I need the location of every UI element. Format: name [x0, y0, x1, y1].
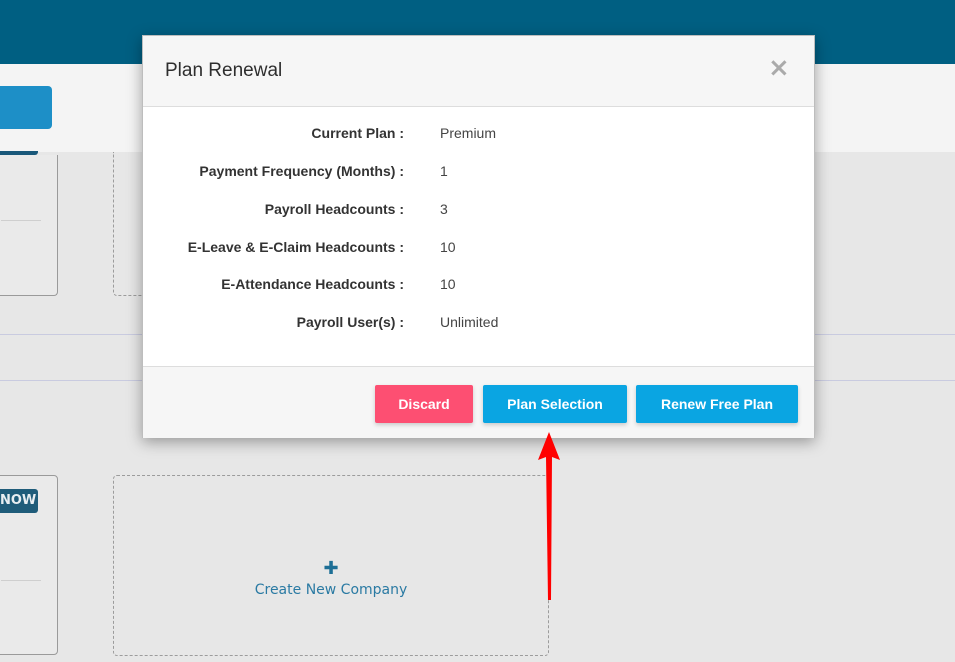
- field-label: Payroll User(s) :: [296, 314, 404, 330]
- field-label: Payment Frequency (Months) :: [199, 163, 404, 179]
- modal-title: Plan Renewal: [165, 60, 283, 81]
- plan-selection-button[interactable]: Plan Selection: [483, 385, 627, 423]
- field-value: 10: [440, 239, 456, 255]
- field-current-plan: Current Plan : Premium: [143, 125, 814, 149]
- modal-body: Current Plan : Premium Payment Frequency…: [143, 107, 814, 367]
- field-value: 10: [440, 276, 456, 292]
- field-payment-frequency: Payment Frequency (Months) : 1: [143, 163, 814, 187]
- renew-free-plan-button[interactable]: Renew Free Plan: [636, 385, 798, 423]
- field-label: E-Leave & E-Claim Headcounts :: [187, 239, 404, 255]
- annotation-arrow-icon: [538, 432, 560, 600]
- field-payroll-headcounts: Payroll Headcounts : 3: [143, 201, 814, 225]
- field-value: Unlimited: [440, 314, 499, 330]
- field-value: 1: [440, 163, 448, 179]
- field-label: Payroll Headcounts :: [264, 201, 404, 217]
- plan-renewal-modal: Plan Renewal × Current Plan : Premium Pa…: [142, 35, 815, 438]
- close-icon[interactable]: ×: [768, 55, 790, 81]
- modal-footer: Discard Plan Selection Renew Free Plan: [143, 366, 814, 438]
- discard-button[interactable]: Discard: [375, 385, 473, 423]
- field-label: Current Plan :: [311, 125, 404, 141]
- field-value: 3: [440, 201, 448, 217]
- field-eattendance-headcounts: E-Attendance Headcounts : 10: [143, 276, 814, 300]
- field-eleave-eclaim-headcounts: E-Leave & E-Claim Headcounts : 10: [143, 239, 814, 263]
- modal-header: Plan Renewal ×: [143, 36, 814, 107]
- field-label: E-Attendance Headcounts :: [221, 276, 404, 292]
- field-payroll-users: Payroll User(s) : Unlimited: [143, 314, 814, 338]
- field-value: Premium: [440, 125, 497, 141]
